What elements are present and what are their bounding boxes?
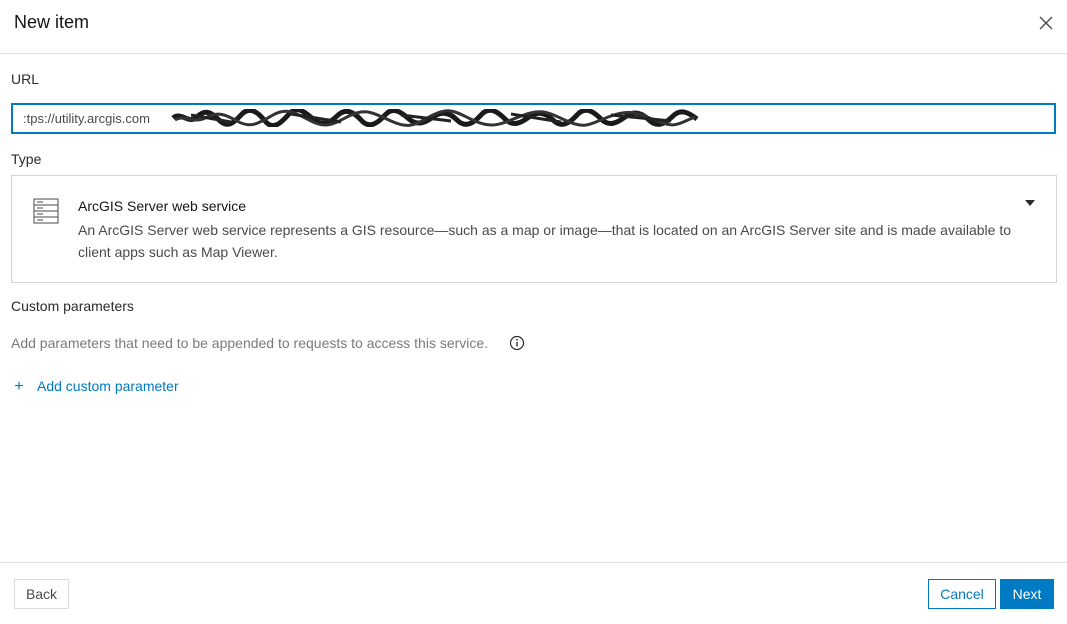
new-item-dialog: New item URL :tps://utility.arcgis.com T…: [0, 0, 1067, 624]
server-icon: [33, 198, 59, 224]
custom-params-hint: Add parameters that need to be appended …: [11, 335, 489, 351]
add-custom-parameter-label: Add custom parameter: [37, 378, 179, 394]
redacted-scribble: [171, 109, 699, 127]
url-value: :tps://utility.arcgis.com: [23, 111, 150, 126]
close-icon[interactable]: [1037, 14, 1055, 32]
back-button[interactable]: Back: [14, 579, 69, 609]
type-label: Type: [11, 151, 42, 167]
chevron-down-icon[interactable]: [1025, 200, 1035, 206]
dialog-footer: Back Cancel Next: [0, 562, 1067, 624]
dialog-title: New item: [14, 12, 90, 32]
url-label: URL: [11, 71, 40, 87]
type-dropdown[interactable]: ArcGIS Server web service An ArcGIS Serv…: [11, 175, 1057, 283]
custom-params-label: Custom parameters: [11, 298, 134, 314]
cancel-button[interactable]: Cancel: [928, 579, 996, 609]
url-input[interactable]: :tps://utility.arcgis.com: [11, 103, 1056, 134]
type-selected-title: ArcGIS Server web service: [78, 198, 247, 214]
dialog-header: New item: [0, 0, 1067, 54]
type-selected-description: An ArcGIS Server web service represents …: [78, 222, 1011, 260]
info-icon[interactable]: [509, 335, 525, 351]
add-custom-parameter-link[interactable]: + Add custom parameter: [11, 378, 179, 396]
next-button[interactable]: Next: [1000, 579, 1054, 609]
plus-icon: +: [14, 378, 24, 395]
